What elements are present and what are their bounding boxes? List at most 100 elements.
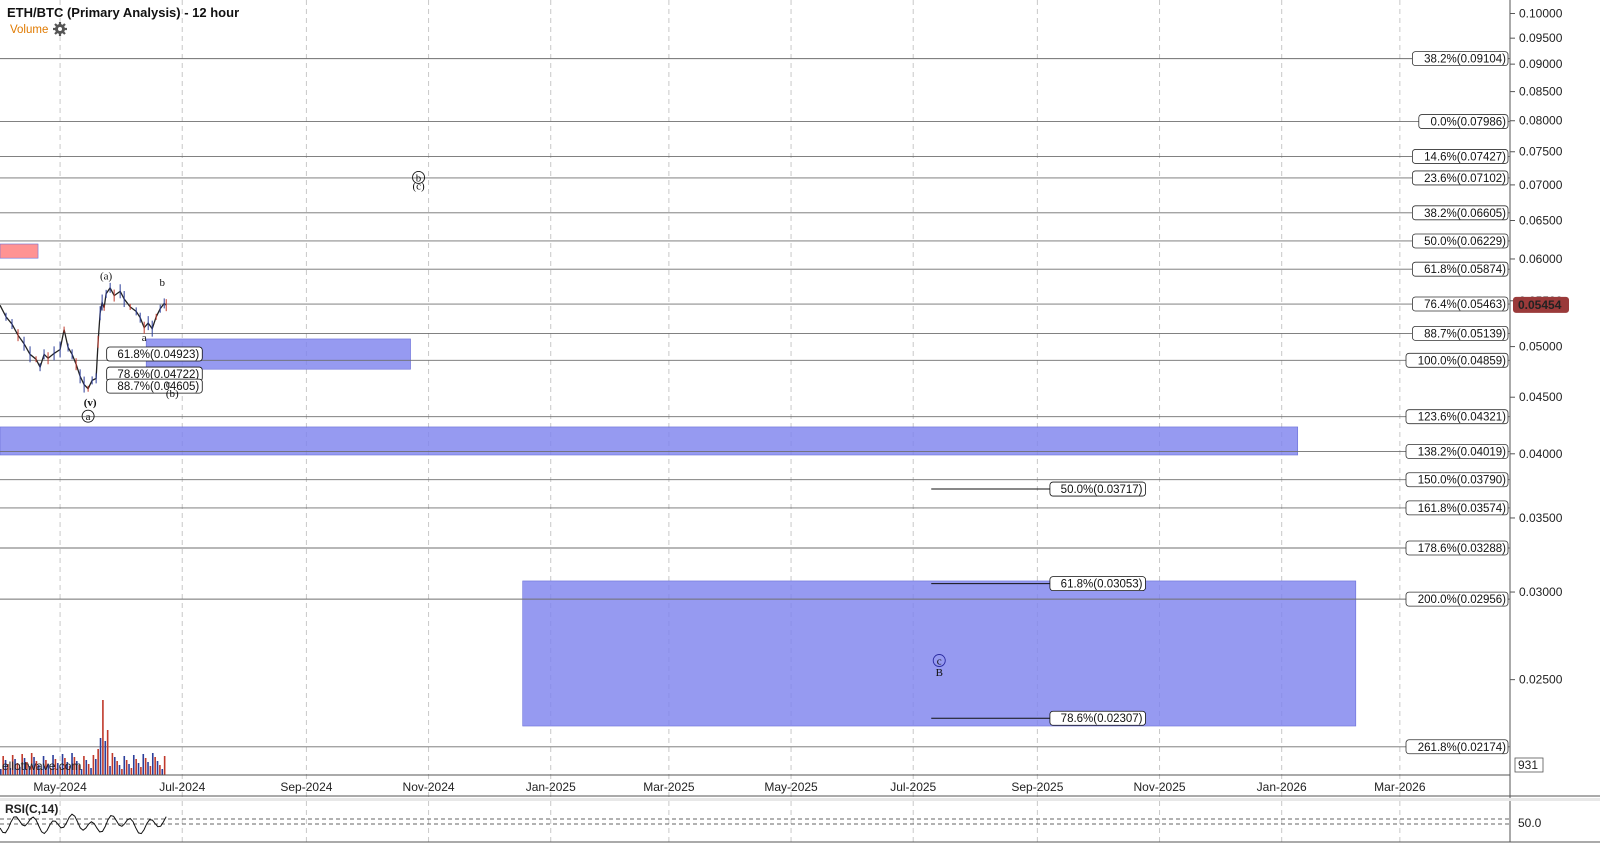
wave-label: c (937, 656, 942, 668)
volume-bar (97, 749, 99, 775)
y-tick-label: 0.02500 (1519, 673, 1563, 687)
wave-label: B (936, 667, 943, 679)
volume-bar (161, 769, 164, 775)
volume-bar (104, 741, 107, 775)
y-tick-label: 0.07000 (1519, 178, 1563, 192)
volume-bar (156, 761, 159, 775)
settings-gear-icon[interactable] (53, 22, 67, 36)
y-tick-label: 0.10000 (1519, 7, 1563, 21)
fib-level-label: 138.2%(0.04019) (1418, 447, 1506, 459)
volume-bar (87, 764, 90, 775)
retrace-label: 88.7%(0.04605) (117, 381, 199, 393)
volume-bar (106, 730, 109, 775)
x-tick-label: Mar-2025 (643, 780, 695, 794)
x-tick-label: Jan-2026 (1257, 780, 1307, 794)
x-tick-label: Nov-2025 (1134, 780, 1186, 794)
volume-bars: ellottwave.com (0, 700, 166, 775)
x-tick-label: Nov-2024 (403, 780, 455, 794)
fib-level-label: 150.0%(0.03790) (1418, 475, 1506, 487)
wave-label: (b) (166, 388, 179, 400)
chart-title: ETH/BTC (Primary Analysis) - 12 hour (7, 5, 239, 20)
volume-readout: 931 (1518, 758, 1538, 772)
fib-level-label: 61.8%(0.05874) (1424, 264, 1506, 276)
volume-bar (109, 766, 111, 775)
fib-level-label: 123.6%(0.04321) (1418, 412, 1506, 424)
volume-bar (128, 764, 130, 775)
volume-bar (149, 766, 152, 775)
volume-bar (92, 755, 95, 775)
volume-bar (94, 759, 97, 775)
x-tick-label: Sep-2025 (1011, 780, 1063, 794)
volume-bar (123, 756, 126, 775)
fib-level-label: 14.6%(0.07427) (1424, 151, 1506, 163)
y-tick-label: 0.09500 (1519, 31, 1563, 45)
x-tick-label: Sep-2024 (280, 780, 332, 794)
target-zone (0, 243, 39, 259)
volume-bar (99, 738, 102, 775)
volume-bar (163, 756, 166, 775)
y-tick-label: 0.08000 (1519, 114, 1563, 128)
x-tick-label: Mar-2026 (1374, 780, 1426, 794)
fib-level-label: 200.0%(0.02956) (1418, 594, 1506, 606)
volume-bar (140, 767, 142, 775)
rsi-level-label: 50.0 (1518, 816, 1542, 830)
volume-bar (125, 760, 128, 775)
volume-bar (85, 760, 88, 775)
volume-bar (159, 765, 161, 775)
fib-level-label: 261.8%(0.02174) (1418, 742, 1506, 754)
fib-level-label: 76.4%(0.05463) (1424, 299, 1506, 311)
volume-bar (113, 757, 116, 775)
x-tick-label: Jul-2025 (890, 780, 936, 794)
fib-level-label: 88.7%(0.05139) (1424, 328, 1506, 340)
y-tick-label: 0.08500 (1519, 85, 1563, 99)
rsi-label: RSI(C,14) (5, 802, 58, 816)
volume-bar (90, 768, 92, 775)
y-tick-label: 0.03000 (1519, 585, 1563, 599)
volume-bar (111, 753, 114, 775)
fib-level-label: 178.6%(0.03288) (1418, 543, 1506, 555)
y-tick-label: 0.07500 (1519, 145, 1563, 159)
wave-label: (v) (84, 397, 97, 409)
fib-level-label: 50.0%(0.06229) (1424, 236, 1506, 248)
fib-level-label: 161.8%(0.03574) (1418, 503, 1506, 515)
target-zones (0, 243, 1357, 727)
chart[interactable]: 38.2%(0.09104) 0.0%(0.07986) 14.6%(0.07427… (0, 0, 1600, 865)
volume-bar (142, 754, 145, 775)
fib-level-label: 100.0%(0.04859) (1418, 355, 1506, 367)
x-tick-label: Jan-2025 (526, 780, 576, 794)
wave-label: a (86, 411, 91, 423)
rsi-panel: RSI(C,14) 50.0 (0, 795, 1600, 843)
volume-bar (102, 700, 104, 775)
x-tick-label: May-2024 (33, 780, 87, 794)
y-tick-label: 0.04000 (1519, 447, 1563, 461)
last-price-value: 0.05454 (1518, 298, 1562, 312)
x-tick-label: May-2025 (764, 780, 818, 794)
fib-level-label: 38.2%(0.09104) (1424, 54, 1506, 66)
y-tick-label: 0.05000 (1519, 340, 1563, 354)
y-tick-label: 0.06500 (1519, 214, 1563, 228)
wave-label: b (159, 277, 165, 289)
retrace-label: 61.8%(0.03053) (1061, 579, 1143, 591)
fib-level-label: 23.6%(0.07102) (1424, 173, 1506, 185)
volume-bar (83, 756, 85, 775)
volume-bar (147, 762, 149, 775)
wave-label: a (142, 332, 147, 344)
watermark: ellottwave.com (2, 759, 81, 773)
rsi-divider (0, 798, 1600, 801)
volume-bar (144, 758, 147, 775)
volume-bar (130, 768, 133, 775)
volume-bar (132, 755, 135, 775)
y-tick-label: 0.06000 (1519, 252, 1563, 266)
y-tick-label: 0.04500 (1519, 390, 1563, 404)
volume-bar (137, 763, 140, 775)
volume-bar (135, 759, 137, 775)
target-zone (0, 426, 1299, 456)
volume-bar (116, 761, 118, 775)
wave-label: (a) (100, 270, 113, 282)
y-tick-label: 0.09000 (1519, 57, 1563, 71)
volume-bar (118, 765, 121, 775)
retrace-label: 61.8%(0.04923) (117, 349, 199, 361)
x-tick-label: Jul-2024 (159, 780, 205, 794)
volume-bar (154, 757, 156, 775)
volume-label: Volume (10, 24, 48, 36)
